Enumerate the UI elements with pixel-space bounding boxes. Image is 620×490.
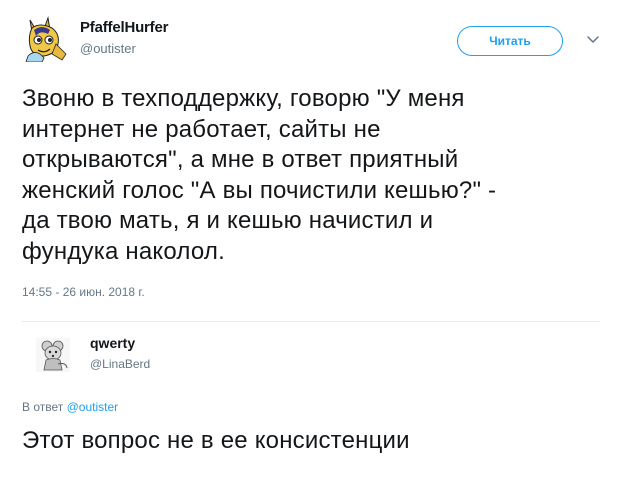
replying-to: В ответ @outister (22, 400, 118, 414)
replying-to-label: В ответ (22, 400, 64, 414)
reply-author-handle[interactable]: @LinaBerd (90, 357, 150, 371)
author-handle[interactable]: @outister (80, 41, 136, 56)
author-name[interactable]: PfaffelHurfer (80, 19, 168, 36)
main-tweet: PfaffelHurfer @outister Читать Звоню в т… (0, 0, 620, 322)
chevron-down-icon[interactable] (586, 32, 600, 46)
reply-author-avatar[interactable] (36, 338, 70, 372)
tweet-timestamp[interactable]: 14:55 - 26 июн. 2018 г. (22, 285, 145, 299)
follow-button[interactable]: Читать (457, 26, 563, 56)
author-avatar[interactable] (22, 14, 70, 62)
replying-to-mention[interactable]: @outister (67, 400, 119, 414)
reply-author-name[interactable]: qwerty (90, 335, 135, 351)
tweet-text: Звоню в техподдержку, говорю "У меня инт… (22, 85, 497, 265)
divider (22, 321, 600, 322)
reply-text: Этот вопрос не в ее консистенции (22, 427, 410, 454)
